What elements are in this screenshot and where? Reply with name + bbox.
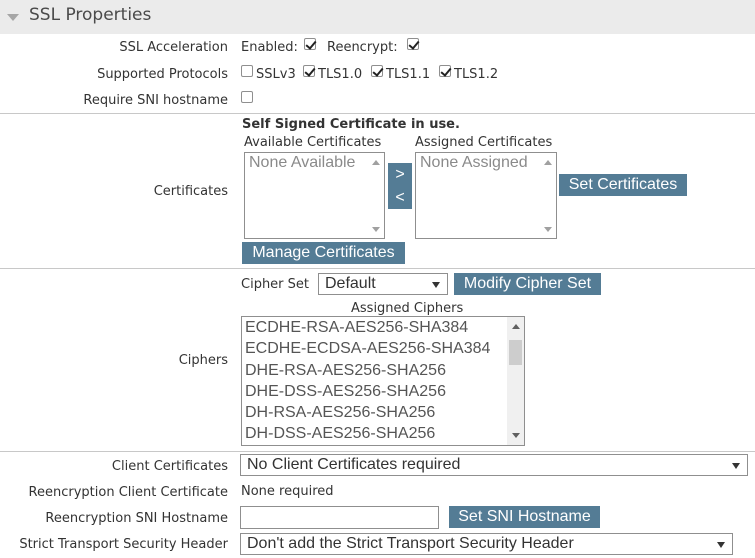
require-sni-label: Require SNI hostname	[83, 93, 228, 108]
reencrypt-label: Reencrypt:	[327, 40, 398, 55]
section-title: SSL Properties	[29, 5, 152, 25]
reencrypt-checkbox[interactable]	[407, 38, 419, 50]
scroll-up-arrow-icon[interactable]	[372, 160, 380, 165]
client-certificates-label: Client Certificates	[111, 459, 228, 474]
cipher-item[interactable]: DHE-DSS-AES256-SHA256	[245, 383, 446, 401]
move-certificate-buttons: > <	[388, 163, 412, 209]
protocol-tls12-label: TLS1.2	[454, 67, 499, 82]
protocol-tls12-checkbox[interactable]	[439, 65, 451, 77]
cipher-item[interactable]: ECDHE-ECDSA-AES256-SHA384	[245, 340, 490, 358]
sts-header-label: Strict Transport Security Header	[19, 537, 228, 552]
divider	[0, 451, 755, 452]
set-certificates-button[interactable]: Set Certificates	[559, 174, 687, 196]
reencryption-client-certificate-label: Reencryption Client Certificate	[28, 485, 228, 500]
cipher-item[interactable]: DH-RSA-AES256-SHA256	[245, 404, 435, 422]
chevron-down-icon	[432, 282, 440, 288]
divider	[0, 113, 755, 114]
certificates-label: Certificates	[153, 184, 228, 199]
available-certificates-list[interactable]: None Available	[244, 152, 385, 239]
reencryption-sni-input[interactable]	[240, 506, 439, 529]
protocol-sslv3-label: SSLv3	[256, 67, 296, 82]
ssl-acceleration-label: SSL Acceleration	[119, 40, 228, 55]
modify-cipher-set-button[interactable]: Modify Cipher Set	[454, 273, 601, 295]
enabled-checkbox[interactable]	[304, 38, 316, 50]
manage-certificates-button[interactable]: Manage Certificates	[242, 242, 405, 264]
cipher-set-label: Cipher Set	[241, 277, 310, 292]
sts-header-value: Don't add the Strict Transport Security …	[247, 535, 574, 552]
supported-protocols-label: Supported Protocols	[97, 67, 228, 82]
scrollbar-thumb[interactable]	[509, 340, 522, 365]
assigned-placeholder: None Assigned	[420, 154, 528, 171]
client-certificates-select[interactable]: No Client Certificates required	[240, 454, 748, 476]
sts-header-select[interactable]: Don't add the Strict Transport Security …	[240, 533, 733, 555]
protocol-tls11-label: TLS1.1	[386, 67, 431, 82]
move-left-button[interactable]: <	[388, 186, 412, 209]
protocol-tls11-checkbox[interactable]	[371, 65, 383, 77]
client-certificates-value: No Client Certificates required	[247, 456, 461, 473]
chevron-down-icon	[732, 463, 740, 469]
cipher-set-value: Default	[325, 275, 376, 292]
collapse-triangle-icon[interactable]	[7, 14, 19, 21]
scrollbar[interactable]	[367, 153, 384, 238]
reencryption-client-certificate-value: None required	[241, 484, 334, 499]
require-sni-checkbox[interactable]	[241, 91, 253, 103]
move-right-button[interactable]: >	[388, 163, 412, 186]
section-header[interactable]: SSL Properties	[0, 0, 755, 34]
assigned-certificates-header: Assigned Certificates	[415, 135, 553, 150]
assigned-certificates-list[interactable]: None Assigned	[415, 152, 557, 239]
scroll-down-arrow-icon[interactable]	[372, 227, 380, 232]
scrollbar[interactable]	[539, 153, 556, 238]
protocol-tls10-checkbox[interactable]	[303, 65, 315, 77]
cipher-item[interactable]: ECDHE-RSA-AES256-SHA384	[245, 319, 468, 337]
assigned-ciphers-header: Assigned Ciphers	[351, 301, 464, 316]
set-sni-hostname-button[interactable]: Set SNI Hostname	[449, 506, 600, 528]
enabled-label: Enabled:	[241, 40, 298, 55]
scroll-down-arrow-icon[interactable]	[512, 433, 520, 438]
reencryption-sni-label: Reencryption SNI Hostname	[45, 511, 228, 526]
scroll-up-arrow-icon[interactable]	[512, 324, 520, 329]
scroll-up-arrow-icon[interactable]	[544, 160, 552, 165]
protocol-sslv3-checkbox[interactable]	[241, 65, 253, 77]
protocol-tls10-label: TLS1.0	[318, 67, 363, 82]
divider	[0, 268, 755, 269]
cipher-item[interactable]: DH-DSS-AES256-SHA256	[245, 425, 435, 443]
assigned-ciphers-list[interactable]: ECDHE-RSA-AES256-SHA384 ECDHE-ECDSA-AES2…	[241, 316, 525, 446]
available-certificates-header: Available Certificates	[244, 135, 382, 150]
certificate-notice: Self Signed Certificate in use.	[242, 117, 460, 132]
ciphers-label: Ciphers	[178, 353, 228, 368]
cipher-item[interactable]: DHE-RSA-AES256-SHA256	[245, 362, 446, 380]
available-placeholder: None Available	[249, 154, 356, 171]
cipher-set-select[interactable]: Default	[318, 273, 448, 295]
chevron-down-icon	[717, 542, 725, 548]
scrollbar[interactable]	[507, 317, 524, 445]
scroll-down-arrow-icon[interactable]	[544, 227, 552, 232]
